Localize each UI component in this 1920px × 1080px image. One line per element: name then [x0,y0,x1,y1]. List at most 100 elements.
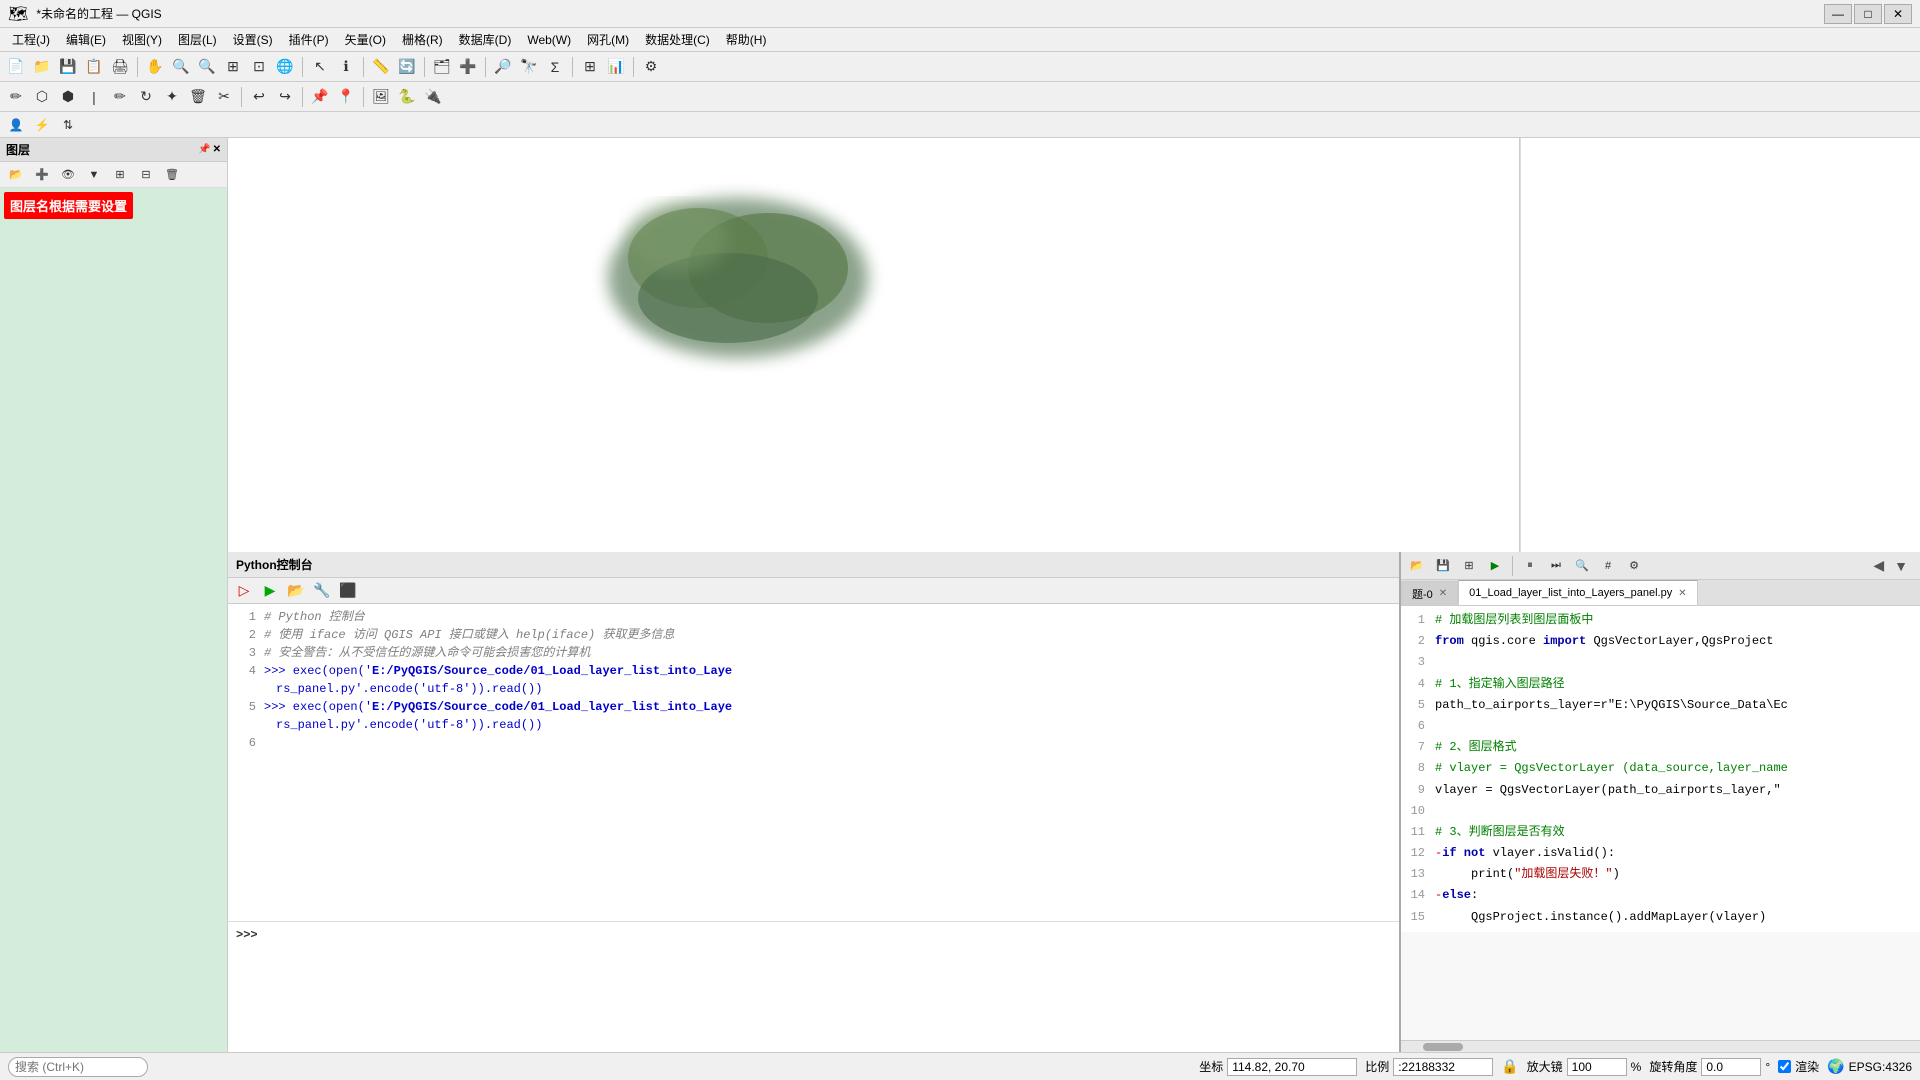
open-project-button[interactable]: 📁 [30,55,54,79]
menu-settings[interactable]: 设置(S) [225,29,281,50]
new-project-button[interactable]: 📄 [4,55,28,79]
menu-database[interactable]: 数据库(D) [451,29,520,50]
console-open-button[interactable]: 📂 [284,579,308,603]
zoom-in-button[interactable]: 🔍 [169,55,193,79]
select-feature-button[interactable]: ↖ [308,55,332,79]
lock-icon[interactable]: 🔒 [1501,1058,1518,1075]
save-as-button[interactable]: 📋 [82,55,106,79]
editor-run-button[interactable]: ▶ [1483,554,1507,578]
sum-button[interactable]: Σ [543,55,567,79]
editor-open-button[interactable]: 📂 [1405,554,1429,578]
save-project-button[interactable]: 💾 [56,55,80,79]
digitize-snap[interactable]: 📌 [308,85,332,109]
redo-button[interactable]: ↪ [273,85,297,109]
editor-scroll[interactable]: 1 # 加载图层列表到图层面板中 2 from qgis.core import… [1401,606,1920,1040]
editor-hash-button[interactable]: # [1596,554,1620,578]
zoom-layer-button[interactable]: ⊞ [221,55,245,79]
add-vector-button[interactable]: ➕ [456,55,480,79]
delete-button[interactable]: 🗑 [186,85,210,109]
digitize-snap2[interactable]: 📍 [334,85,358,109]
menu-project[interactable]: 工程(J) [4,29,58,50]
console-run-button[interactable]: ▶ [258,579,282,603]
extra-btn1[interactable]: 👤 [4,113,28,137]
add-group-button[interactable]: ➕ [30,163,54,187]
coord-input[interactable] [1227,1058,1357,1076]
magnifier-button[interactable]: 🔭 [517,55,541,79]
collapse-layers-button[interactable]: ⊟ [134,163,158,187]
menu-layer[interactable]: 图层(L) [170,29,225,50]
menu-vector[interactable]: 矢量(O) [337,29,394,50]
undo-button[interactable]: ↩ [247,85,271,109]
remove-layer-button[interactable]: 🗑 [160,163,184,187]
menu-mesh[interactable]: 网孔(M) [579,29,637,50]
sidebar-close-icon[interactable]: ✕ [213,144,221,155]
editor-find-button[interactable]: 🔍 [1570,554,1594,578]
menu-edit[interactable]: 编辑(E) [58,29,114,50]
map-canvas[interactable] [228,138,1519,552]
console-settings-button[interactable]: 🔧 [310,579,334,603]
cut-button[interactable]: ✂ [212,85,236,109]
raster-btn[interactable]: 🖼 [369,85,393,109]
edit-button[interactable]: ✏ [4,85,28,109]
expand-layers-button[interactable]: ⊞ [108,163,132,187]
move-button[interactable]: ✦ [160,85,184,109]
add-line-button[interactable]: ✏ [108,85,132,109]
chart-button[interactable]: 📊 [604,55,628,79]
menu-help[interactable]: 帮助(H) [718,29,775,50]
vertex-button[interactable]: ⬢ [56,85,80,109]
scale-input[interactable] [1393,1058,1493,1076]
editor-save-button[interactable]: 💾 [1431,554,1455,578]
menu-view[interactable]: 视图(Y) [114,29,170,50]
editor-nav-prev[interactable]: ◀ [1869,555,1888,576]
close-button[interactable]: ✕ [1884,4,1912,24]
render-checkbox[interactable] [1778,1060,1791,1073]
menu-processing[interactable]: 数据处理(C) [637,29,718,50]
rotate-button[interactable]: ↻ [134,85,158,109]
expand-button[interactable]: ⊞ [578,55,602,79]
editor-tab-1[interactable]: 01_Load_layer_list_into_Layers_panel.py … [1458,580,1697,605]
search-input[interactable] [8,1057,148,1077]
editor-save-all-button[interactable]: ⊞ [1457,554,1481,578]
digitize-btn1[interactable]: | [82,85,106,109]
zoom-full-button[interactable]: 🌐 [273,55,297,79]
layer-item[interactable]: 图层名根据需要设置 [4,192,133,219]
editor-step-button[interactable]: ⏭ [1544,554,1568,578]
zoom-input[interactable] [1567,1058,1627,1076]
python-button[interactable]: 🐍 [395,85,419,109]
sidebar-pin-icon[interactable]: 📌 [198,144,210,155]
extra-btn2[interactable]: ⚡ [30,113,54,137]
extra-btn3[interactable]: ⇅ [56,113,80,137]
maximize-button[interactable]: □ [1854,4,1882,24]
menu-web[interactable]: Web(W) [519,31,579,49]
zoom-select-button[interactable]: ⊡ [247,55,271,79]
minimize-button[interactable]: — [1824,4,1852,24]
map-canvas-area[interactable] [228,138,1520,552]
menu-raster[interactable]: 栅格(R) [394,29,451,50]
editor-nav-next[interactable]: ▼ [1890,556,1912,576]
identify-button[interactable]: ℹ [334,55,358,79]
epsg-item[interactable]: 🌍 EPSG:4326 [1827,1058,1912,1075]
measure-button[interactable]: 📏 [369,55,393,79]
pan-map-button[interactable]: ✋ [143,55,167,79]
menu-plugins[interactable]: 插件(P) [281,29,337,50]
open-layer-button[interactable]: 📂 [4,163,28,187]
editor-tab-0[interactable]: 题-0 ✕ [1401,581,1458,605]
refresh-button[interactable]: 🔄 [395,55,419,79]
editor-tab-1-close[interactable]: ✕ [1678,588,1686,599]
editor-settings-button[interactable]: ⚙ [1622,554,1646,578]
zoom-in2-button[interactable]: 🔎 [491,55,515,79]
editor-scrollbar-thumb[interactable] [1423,1043,1463,1051]
plugin-btn2[interactable]: 🔌 [421,85,445,109]
layer-visibility-button[interactable]: 👁 [56,163,80,187]
editor-tab-0-close[interactable]: ✕ [1439,588,1447,599]
settings-button[interactable]: ⚙ [639,55,663,79]
console-clear-button[interactable]: ▷ [232,579,256,603]
layer-group-button[interactable]: 🗂 [430,55,454,79]
zoom-out-button[interactable]: 🔍 [195,55,219,79]
print-button[interactable]: 🖨 [108,55,132,79]
node-button[interactable]: ⬡ [30,85,54,109]
rotation-input[interactable] [1701,1058,1761,1076]
filter-layer-button[interactable]: ▼ [82,163,106,187]
console-stop-button[interactable]: ⬛ [336,579,360,603]
editor-scrollbar[interactable] [1401,1040,1920,1052]
